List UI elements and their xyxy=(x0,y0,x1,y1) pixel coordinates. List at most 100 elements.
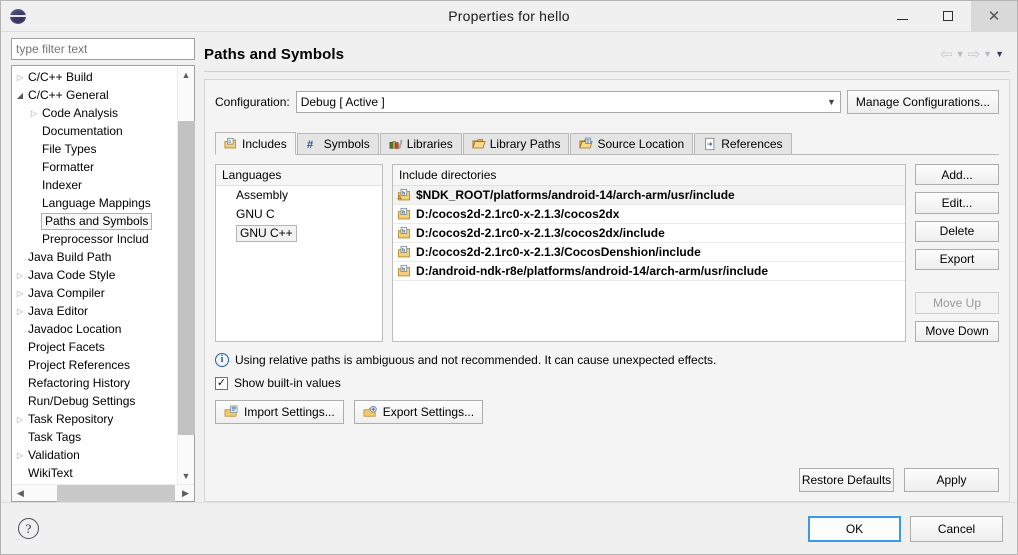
chevron-right-icon[interactable]: ▷ xyxy=(12,451,28,460)
apply-button[interactable]: Apply xyxy=(904,468,999,492)
import-settings-button[interactable]: Import Settings... xyxy=(215,400,344,424)
tree-item-label: Indexer xyxy=(42,178,83,192)
scroll-down-icon[interactable]: ▼ xyxy=(178,467,195,484)
tree-item[interactable]: Preprocessor Includ xyxy=(12,230,177,248)
forward-history-chevron-down-icon[interactable]: ▼ xyxy=(983,50,992,59)
vertical-scroll-thumb[interactable] xyxy=(177,121,195,435)
language-list-item[interactable]: GNU C++ xyxy=(216,224,382,243)
restore-defaults-button[interactable]: Restore Defaults xyxy=(799,468,894,492)
scroll-up-icon[interactable]: ▲ xyxy=(178,66,195,83)
tree-item[interactable]: Project Facets xyxy=(12,338,177,356)
tree-item[interactable]: File Types xyxy=(12,140,177,158)
arrow-right-icon[interactable]: ⇨ xyxy=(968,47,981,62)
export-button[interactable]: Export xyxy=(915,248,999,271)
chevron-right-icon[interactable]: ▷ xyxy=(12,73,28,82)
tree-item[interactable]: Task Tags xyxy=(12,428,177,446)
tree-item[interactable]: Java Build Path xyxy=(12,248,177,266)
tab-library-paths[interactable]: Library Paths xyxy=(462,133,570,154)
tree-item[interactable]: ▷ Java Editor xyxy=(12,302,177,320)
chevron-down-icon[interactable]: ◢ xyxy=(12,91,28,100)
maximize-button[interactable] xyxy=(925,1,971,32)
edit-button[interactable]: Edit... xyxy=(915,192,999,214)
tree-item[interactable]: Formatter xyxy=(12,158,177,176)
tab-libraries[interactable]: Libraries xyxy=(379,133,462,154)
tree-item[interactable]: ▷ Java Code Style xyxy=(12,266,177,284)
include-folder-icon: h xyxy=(398,264,410,277)
include-directory-row[interactable]: h $NDK_ROOT/platforms/android-14/arch-arm… xyxy=(393,186,905,205)
svg-text:h: h xyxy=(402,209,405,215)
tree-item[interactable]: ▷ Validation xyxy=(12,446,177,464)
move-down-button[interactable]: Move Down xyxy=(915,320,999,342)
include-directory-row[interactable]: h D:/android-ndk-r8e/platforms/android-14… xyxy=(393,262,905,281)
tree-item[interactable]: Documentation xyxy=(12,122,177,140)
tree-item[interactable]: ▷ Task Repository xyxy=(12,410,177,428)
includes-tab-content: Languages Assembly GNU C GNU C++ Include d… xyxy=(215,164,999,342)
ok-button[interactable]: OK xyxy=(808,515,901,542)
arrow-left-icon[interactable]: ⇦ xyxy=(940,47,953,62)
filter-input[interactable] xyxy=(11,38,195,60)
include-directory-path: $NDK_ROOT/platforms/android-14/arch-arm/… xyxy=(416,188,735,202)
tab-label: Source Location xyxy=(597,137,685,151)
help-question-icon[interactable]: ? xyxy=(18,518,39,539)
cancel-button[interactable]: Cancel xyxy=(910,515,1003,542)
tab-references[interactable]: References xyxy=(694,133,792,154)
tab-label: Symbols xyxy=(323,137,370,151)
minimize-button[interactable] xyxy=(879,1,925,32)
configuration-value: Debug [ Active ] xyxy=(300,95,385,109)
configuration-row: Configuration: Debug [ Active ] ▼ Manage… xyxy=(215,90,999,114)
tree-item[interactable]: Refactoring History xyxy=(12,374,177,392)
chevron-right-icon[interactable]: ▷ xyxy=(12,307,28,316)
show-builtin-values-checkbox[interactable]: ✓ xyxy=(215,376,228,390)
include-action-buttons: Add... Edit... Delete Export Move Up Move Dow… xyxy=(915,164,999,342)
include-folder-warning-icon: h xyxy=(397,188,410,201)
tab-symbols[interactable]: # Symbols xyxy=(296,133,379,154)
tree-item[interactable]: ◢ C/C++ General xyxy=(12,86,177,104)
add-button[interactable]: Add... xyxy=(915,164,999,186)
languages-list[interactable]: Languages Assembly GNU C GNU C++ xyxy=(215,164,383,342)
scroll-left-icon[interactable]: ◀ xyxy=(12,485,29,502)
chevron-right-icon[interactable]: ▷ xyxy=(12,415,28,424)
include-folder-icon: h xyxy=(224,137,236,148)
include-folder-icon: h xyxy=(398,226,410,239)
tree-item-label: Java Code Style xyxy=(28,268,116,282)
chevron-right-icon[interactable]: ▷ xyxy=(26,109,42,118)
configuration-select[interactable]: Debug [ Active ] ▼ xyxy=(295,91,841,113)
tree-item[interactable]: Run/Debug Settings xyxy=(12,392,177,410)
tree-item[interactable]: Javadoc Location xyxy=(12,320,177,338)
tree-item[interactable]: Paths and Symbols xyxy=(12,212,177,230)
language-label: Assembly xyxy=(236,188,289,202)
tree-item[interactable]: ▷ C/C++ Build xyxy=(12,68,177,86)
include-directory-row[interactable]: h D:/cocos2d-2.1rc0-x-2.1.3/cocos2dx/incl… xyxy=(393,224,905,243)
back-history-chevron-down-icon[interactable]: ▼ xyxy=(956,50,965,59)
include-directory-row[interactable]: h D:/cocos2d-2.1rc0-x-2.1.3/CocosDenshion… xyxy=(393,243,905,262)
close-button[interactable]: ✕ xyxy=(971,0,1017,32)
tree-item[interactable]: ▷ Java Compiler xyxy=(12,284,177,302)
chevron-right-icon[interactable]: ▷ xyxy=(12,271,28,280)
settings-tree-list[interactable]: ▷ C/C++ Build ◢ C/C++ General ▷ Code Analysis… xyxy=(12,66,177,484)
delete-button[interactable]: Delete xyxy=(915,220,999,242)
tree-item[interactable]: Language Mappings xyxy=(12,194,177,212)
page-header: Paths and Symbols ⇦ ▼ ⇨ ▼ ▼ xyxy=(204,38,1010,72)
horizontal-scroll-thumb[interactable] xyxy=(57,484,175,502)
tree-item-label: Java Build Path xyxy=(28,250,112,264)
scroll-right-icon[interactable]: ▶ xyxy=(177,485,194,502)
tree-item[interactable]: Indexer xyxy=(12,176,177,194)
tree-item[interactable]: WikiText xyxy=(12,464,177,482)
include-directories-list[interactable]: Include directories h $NDK_ROOT/platforms… xyxy=(392,164,906,342)
tree-item[interactable]: ▷ Code Analysis xyxy=(12,104,177,122)
tree-vertical-scrollbar[interactable]: ▲ ▼ xyxy=(177,66,195,484)
tab-source-location[interactable]: Source Location xyxy=(570,133,694,154)
include-directory-row[interactable]: h D:/cocos2d-2.1rc0-x-2.1.3/cocos2dx xyxy=(393,205,905,224)
tree-item[interactable]: Project References xyxy=(12,356,177,374)
history-menu-chevron-down-icon[interactable]: ▼ xyxy=(995,50,1004,59)
show-builtin-values-row[interactable]: ✓ Show built-in values xyxy=(215,376,999,390)
export-settings-button[interactable]: Export Settings... xyxy=(353,400,484,424)
chevron-right-icon[interactable]: ▷ xyxy=(12,289,28,298)
language-list-item[interactable]: Assembly xyxy=(216,186,382,205)
manage-configurations-button[interactable]: Manage Configurations... xyxy=(846,90,999,114)
tree-item-label: Paths and Symbols xyxy=(41,212,153,230)
tab-includes[interactable]: h Includes xyxy=(215,132,296,155)
tree-horizontal-scrollbar[interactable]: ◀ ▶ xyxy=(12,484,194,502)
show-builtin-values-label: Show built-in values xyxy=(234,376,341,390)
language-list-item[interactable]: GNU C xyxy=(216,205,382,224)
